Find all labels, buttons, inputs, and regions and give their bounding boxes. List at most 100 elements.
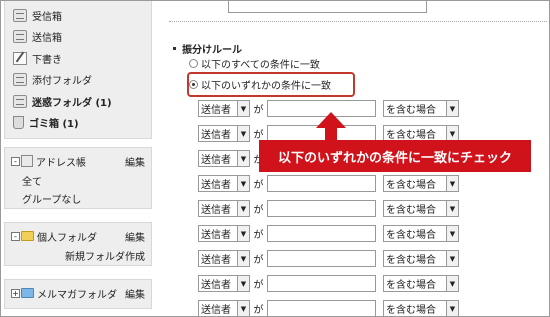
dropdown-arrow-icon[interactable]: ▼ — [446, 126, 458, 141]
folder-label: 受信箱 — [32, 11, 62, 23]
condition-text-input[interactable] — [267, 200, 376, 217]
condition-text-input[interactable] — [267, 225, 376, 242]
new-folder-link[interactable]: 新規フォルダ作成 — [65, 248, 145, 263]
condition-text-input[interactable] — [267, 250, 376, 267]
field-select-value: 送信者 — [201, 230, 231, 241]
address-book-all[interactable]: 全て — [22, 173, 42, 188]
dropdown-arrow-icon[interactable]: ▼ — [446, 276, 458, 291]
dropdown-arrow-icon[interactable]: ▼ — [237, 301, 249, 316]
folder-inbox[interactable]: 受信箱 — [13, 7, 62, 23]
arrow-up-icon — [316, 112, 346, 142]
condition-select[interactable]: を含む場合 ▼ — [383, 175, 459, 192]
field-select[interactable]: 送信者 ▼ — [198, 275, 250, 292]
dropdown-arrow-icon[interactable]: ▼ — [446, 226, 458, 241]
dropdown-arrow-icon[interactable]: ▼ — [446, 101, 458, 116]
dropdown-arrow-icon[interactable]: ▼ — [237, 251, 249, 266]
address-book-title[interactable]: アドレス帳 — [36, 154, 86, 169]
field-select[interactable]: 送信者 ▼ — [198, 300, 250, 317]
folder-icon — [21, 231, 34, 241]
field-select-value: 送信者 — [201, 305, 231, 316]
expand-toggle[interactable]: + — [11, 288, 20, 298]
radio-button[interactable] — [189, 59, 198, 68]
section-title: 振分けルール — [182, 45, 242, 56]
folder-trash[interactable]: ゴミ箱 (1) — [13, 114, 79, 130]
dropdown-arrow-icon[interactable]: ▼ — [446, 201, 458, 216]
condition-select-value: を含む場合 — [386, 180, 436, 191]
condition-text-input[interactable] — [267, 175, 376, 192]
condition-select-value: を含む場合 — [386, 230, 436, 241]
folder-attachments[interactable]: 添付フォルダ — [13, 71, 92, 87]
condition-select-value: を含む場合 — [386, 255, 436, 266]
rule-row: 送信者 ▼ が を含む場合 ▼ — [198, 300, 459, 317]
dropdown-arrow-icon[interactable]: ▼ — [446, 176, 458, 191]
instruction-callout: 以下のいずれかの条件に一致にチェック — [259, 140, 531, 172]
personal-folder-header: - 個人フォルダ 編集 — [11, 229, 145, 244]
rule-row: 送信者 ▼ が を含む場合 ▼ — [198, 175, 459, 192]
rule-row: 送信者 ▼ が を含む場合 ▼ — [198, 225, 459, 242]
field-select[interactable]: 送信者 ▼ — [198, 125, 250, 142]
condition-select-value: を含む場合 — [386, 280, 436, 291]
personal-folder-edit-link[interactable]: 編集 — [125, 229, 145, 244]
mailmag-folder-edit-link[interactable]: 編集 — [125, 286, 145, 301]
folder-label: 送信箱 — [32, 32, 62, 44]
dropdown-arrow-icon[interactable]: ▼ — [446, 251, 458, 266]
mailmag-folder-title[interactable]: メルマガフォルダ — [37, 286, 117, 301]
personal-folder-title[interactable]: 個人フォルダ — [37, 229, 97, 244]
field-select[interactable]: 送信者 ▼ — [198, 200, 250, 217]
condition-select[interactable]: を含む場合 ▼ — [383, 250, 459, 267]
field-select-value: 送信者 — [201, 105, 231, 116]
rule-name-input[interactable] — [228, 1, 427, 13]
dropdown-arrow-icon[interactable]: ▼ — [237, 201, 249, 216]
condition-text-input[interactable] — [267, 300, 376, 317]
mailmag-folder-header: + メルマガフォルダ 編集 — [11, 286, 145, 301]
collapse-toggle[interactable]: - — [11, 231, 20, 241]
field-select-value: 送信者 — [201, 180, 231, 191]
outbox-icon — [13, 29, 27, 43]
dropdown-arrow-icon[interactable]: ▼ — [237, 101, 249, 116]
condition-select-value: を含む場合 — [386, 130, 436, 141]
folder-label: 添付フォルダ — [32, 75, 92, 87]
rule-settings-area: 振分けルール 以下のすべての条件に一致 以下のいずれかの条件に一致 送信者 ▼ がを… — [165, 1, 549, 317]
dropdown-arrow-icon[interactable]: ▼ — [237, 151, 249, 166]
address-book-no-group[interactable]: グループなし — [22, 191, 81, 206]
personal-folder-panel: - 個人フォルダ 編集 新規フォルダ作成 — [4, 222, 152, 266]
field-select-value: 送信者 — [201, 205, 231, 216]
spam-folder-icon — [13, 94, 27, 108]
mailmag-folder-panel: + メルマガフォルダ 編集 — [4, 279, 152, 309]
condition-select[interactable]: を含む場合 ▼ — [383, 200, 459, 217]
field-select[interactable]: 送信者 ▼ — [198, 250, 250, 267]
address-book-header: - アドレス帳 編集 — [11, 154, 145, 169]
dropdown-arrow-icon[interactable]: ▼ — [237, 176, 249, 191]
condition-select[interactable]: を含む場合 ▼ — [383, 275, 459, 292]
dropdown-arrow-icon[interactable]: ▼ — [237, 226, 249, 241]
attachment-folder-icon — [13, 72, 27, 86]
mail-folder-list: 受信箱 送信箱 下書き 添付フォルダ 迷惑フォルダ (1) ゴミ箱 (1) — [4, 1, 152, 139]
sidebar: 受信箱 送信箱 下書き 添付フォルダ 迷惑フォルダ (1) ゴミ箱 (1) - … — [1, 1, 161, 316]
folder-outbox[interactable]: 送信箱 — [13, 28, 62, 44]
dropdown-arrow-icon[interactable]: ▼ — [237, 276, 249, 291]
condition-select[interactable]: を含む場合 ▼ — [383, 225, 459, 242]
rule-row: 送信者 ▼ が を含む場合 ▼ — [198, 275, 459, 292]
rule-row: 送信者 ▼ が を含む場合 ▼ — [198, 200, 459, 217]
field-select[interactable]: 送信者 ▼ — [198, 225, 250, 242]
field-select[interactable]: 送信者 ▼ — [198, 150, 250, 167]
field-select[interactable]: 送信者 ▼ — [198, 175, 250, 192]
collapse-toggle[interactable]: - — [11, 156, 20, 166]
radio-match-all[interactable]: 以下のすべての条件に一致 — [189, 56, 320, 71]
folder-spam[interactable]: 迷惑フォルダ (1) — [13, 93, 112, 109]
field-select-value: 送信者 — [201, 280, 231, 291]
dropdown-arrow-icon[interactable]: ▼ — [446, 301, 458, 316]
inbox-icon — [13, 8, 27, 22]
section-heading: 振分けルール — [173, 41, 242, 56]
condition-text-input[interactable] — [267, 275, 376, 292]
condition-select[interactable]: を含む場合 ▼ — [383, 100, 459, 117]
condition-select-value: を含む場合 — [386, 105, 436, 116]
field-select[interactable]: 送信者 ▼ — [198, 100, 250, 117]
folder-drafts[interactable]: 下書き — [13, 50, 62, 66]
rule-row: 送信者 ▼ が を含む場合 ▼ — [198, 250, 459, 267]
condition-select[interactable]: を含む場合 ▼ — [383, 300, 459, 317]
particle-label: が — [253, 255, 264, 266]
folder-label: 迷惑フォルダ (1) — [32, 97, 112, 109]
address-book-edit-link[interactable]: 編集 — [125, 154, 145, 169]
dropdown-arrow-icon[interactable]: ▼ — [237, 126, 249, 141]
